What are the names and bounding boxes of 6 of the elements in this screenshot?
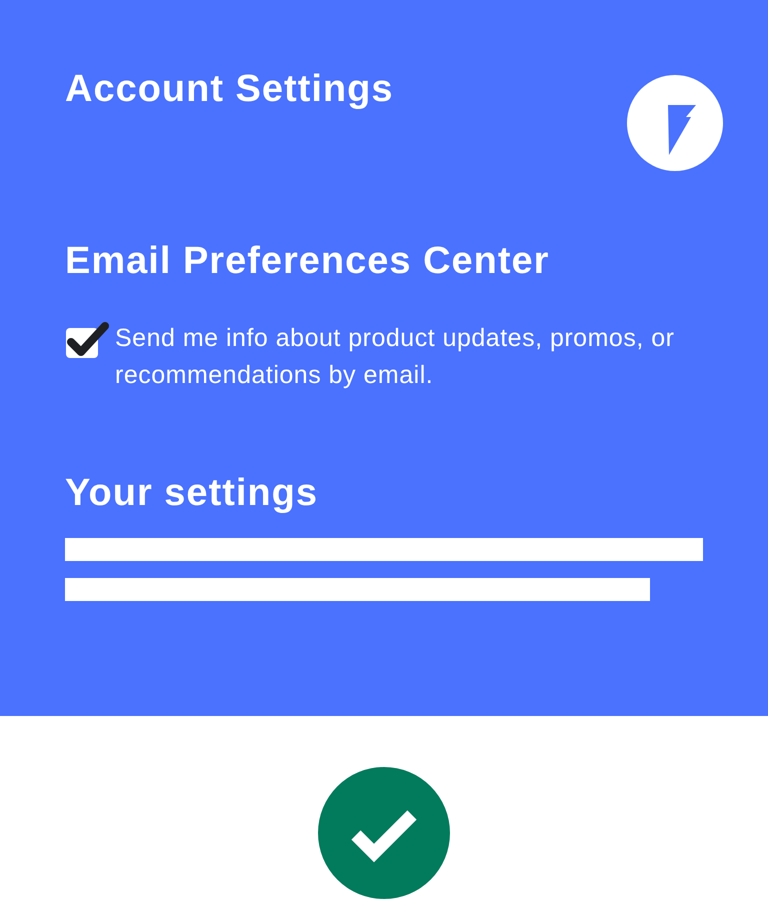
check-circle-icon [318,767,450,899]
page-title: Account Settings [65,67,394,112]
section-title: Your settings [65,471,319,516]
bolt-logo-icon [627,75,723,171]
section-title: Email Preferences Center [65,239,550,284]
option-label: Send me info about product updates, promos, or recommendations by email. [115,323,675,391]
